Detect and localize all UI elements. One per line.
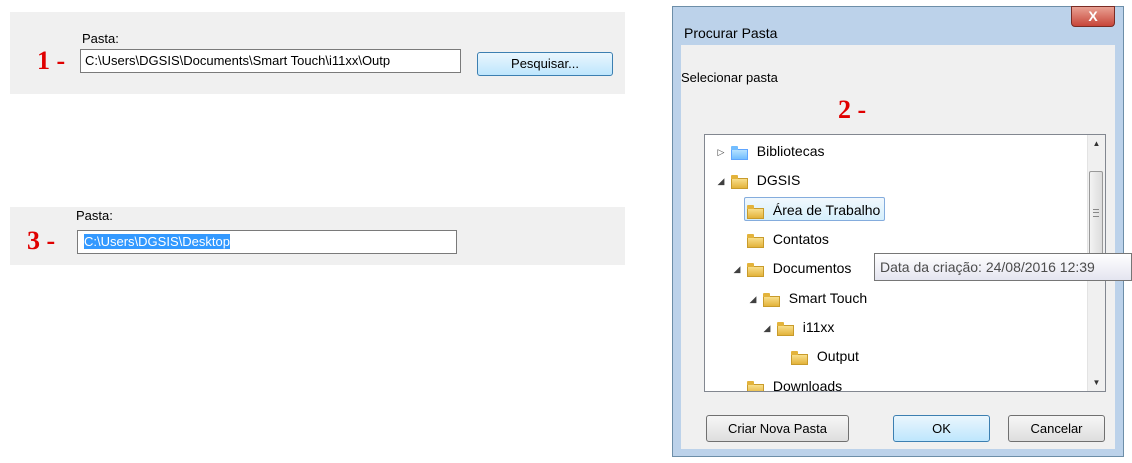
tree-item-documentos[interactable]: ◢ Documentos: [731, 256, 851, 280]
documents-icon: [746, 262, 764, 277]
step-marker-1: 1 -: [37, 46, 66, 75]
step-marker-2: 2 -: [838, 95, 867, 124]
scroll-down-arrow-icon[interactable]: ▼: [1088, 374, 1105, 391]
folder-path-input-selected[interactable]: C:\Users\DGSIS\Desktop: [77, 230, 457, 254]
tree-item-label: Output: [816, 348, 859, 364]
expand-open-icon[interactable]: ◢: [715, 169, 727, 193]
search-button[interactable]: Pesquisar...: [477, 52, 613, 76]
tree-item-contatos[interactable]: Contatos: [747, 227, 829, 251]
expand-open-icon[interactable]: ◢: [747, 287, 759, 311]
cancel-button[interactable]: Cancelar: [1008, 415, 1105, 442]
expand-open-icon[interactable]: ◢: [761, 316, 773, 340]
ok-button[interactable]: OK: [893, 415, 990, 442]
dialog-titlebar[interactable]: Procurar Pasta X: [673, 6, 1123, 45]
libraries-icon: [730, 145, 748, 160]
tree-item-i11xx[interactable]: ◢ i11xx: [761, 315, 834, 339]
creation-date-tooltip: Data da criação: 24/08/2016 12:39: [874, 253, 1132, 281]
folder-path-input[interactable]: C:\Users\DGSIS\Documents\Smart Touch\i11…: [80, 49, 461, 73]
folder-icon: [762, 292, 780, 307]
tree-item-label: Downloads: [772, 378, 843, 392]
selected-path-text: C:\Users\DGSIS\Desktop: [84, 234, 230, 249]
dialog-subtitle: Selecionar pasta: [681, 70, 778, 85]
downloads-icon: [747, 380, 764, 391]
dialog-title: Procurar Pasta: [684, 25, 778, 41]
close-button[interactable]: X: [1071, 6, 1115, 27]
step-marker-3: 3 -: [27, 226, 56, 255]
expand-collapsed-icon[interactable]: ▷: [715, 140, 727, 164]
tree-item-bibliotecas[interactable]: ▷ Bibliotecas: [715, 139, 824, 163]
tree-item-dgsis[interactable]: ◢ DGSIS: [715, 168, 800, 192]
close-icon: X: [1088, 8, 1098, 24]
scrollbar-thumb[interactable]: [1089, 171, 1103, 261]
expand-open-icon[interactable]: ◢: [731, 257, 743, 281]
tree-item-smart-touch[interactable]: ◢ Smart Touch: [747, 286, 867, 310]
tree-item-label: Smart Touch: [788, 290, 868, 306]
contacts-icon: [747, 233, 764, 248]
tree-item-area-de-trabalho[interactable]: Área de Trabalho: [744, 197, 886, 221]
new-folder-button[interactable]: Criar Nova Pasta: [706, 415, 849, 442]
scroll-up-arrow-icon[interactable]: ▲: [1088, 135, 1105, 152]
folder-label: Pasta:: [76, 208, 113, 223]
tree-item-label: Área de Trabalho: [772, 202, 881, 218]
desktop-icon: [747, 204, 764, 219]
tree-item-output[interactable]: Output: [791, 344, 859, 368]
tree-item-downloads[interactable]: Downloads: [747, 374, 843, 392]
folder-label: Pasta:: [82, 31, 119, 46]
grip-icon: [1093, 209, 1099, 217]
tree-item-label: DGSIS: [756, 172, 801, 188]
folder-icon: [776, 321, 794, 336]
folder-icon: [791, 350, 808, 365]
tree-item-label: i11xx: [802, 319, 835, 335]
tree-item-label: Documentos: [772, 260, 852, 276]
tree-item-label: Contatos: [772, 231, 829, 247]
tree-item-label: Bibliotecas: [756, 143, 825, 159]
user-folder-icon: [730, 174, 748, 189]
